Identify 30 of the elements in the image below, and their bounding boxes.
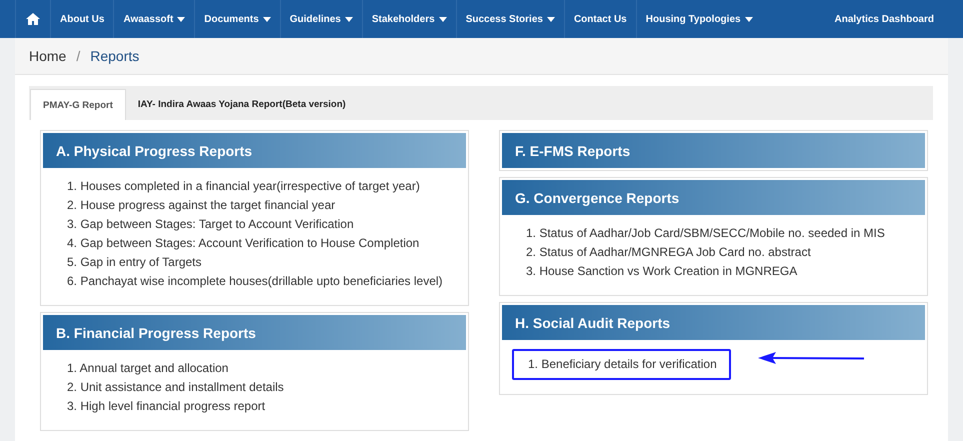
report-link[interactable]: 5. Gap in entry of Targets xyxy=(67,253,202,272)
caret-icon xyxy=(262,16,271,22)
breadcrumb-link[interactable]: Reports xyxy=(90,48,140,64)
caret-icon xyxy=(546,16,555,22)
report-link[interactable]: 2. House progress against the target financial year xyxy=(67,196,336,215)
report-link[interactable]: 3. Gap between Stages: Target to Account Verification xyxy=(67,215,354,234)
panel-title: H. Social Audit Reports xyxy=(502,305,925,340)
caret-icon xyxy=(744,16,753,22)
panel-title: B. Financial Progress Reports xyxy=(43,315,466,350)
report-link[interactable]: 2. Unit assistance and installment details xyxy=(67,378,284,397)
report-link[interactable]: 1. Annual target and allocation xyxy=(67,359,228,378)
breadcrumb-link[interactable]: Home xyxy=(29,48,66,64)
report-link[interactable]: 6. Panchayat wise incomplete houses(drillable upto beneficiaries level) xyxy=(67,272,443,291)
report-link[interactable]: 1. Beneficiary details for verification xyxy=(512,349,731,380)
panel-title: A. Physical Progress Reports xyxy=(43,133,466,168)
report-link[interactable]: 2. Status of Aadhar/MGNREGA Job Card no. abstract xyxy=(526,243,811,262)
report-link[interactable]: 1. Houses completed in a financial year(irrespective of target year) xyxy=(67,177,420,196)
tab[interactable]: IAY- Indira Awaas Yojana Report(Beta version) xyxy=(126,89,358,120)
panel-title: G. Convergence Reports xyxy=(502,180,925,215)
report-link[interactable]: 1. Status of Aadhar/Job Card/SBM/SECC/Mobile no. seeded in MIS xyxy=(526,224,885,243)
report-link[interactable]: 3. High level financial progress report xyxy=(67,397,266,416)
tab[interactable]: PMAY-G Report xyxy=(30,89,126,120)
caret-icon xyxy=(438,16,447,22)
caret-icon xyxy=(177,16,186,22)
report-link[interactable]: 3. House Sanction vs Work Creation in MGNREGA xyxy=(526,262,798,281)
breadcrumb-separator: / xyxy=(76,48,80,64)
caret-icon xyxy=(344,16,353,22)
report-link[interactable]: 4. Gap between Stages: Account Verification to House Completion xyxy=(67,234,420,253)
panel-title: F. E-FMS Reports xyxy=(502,133,925,168)
nav-link[interactable]: Analytics Dashboard xyxy=(826,0,943,38)
